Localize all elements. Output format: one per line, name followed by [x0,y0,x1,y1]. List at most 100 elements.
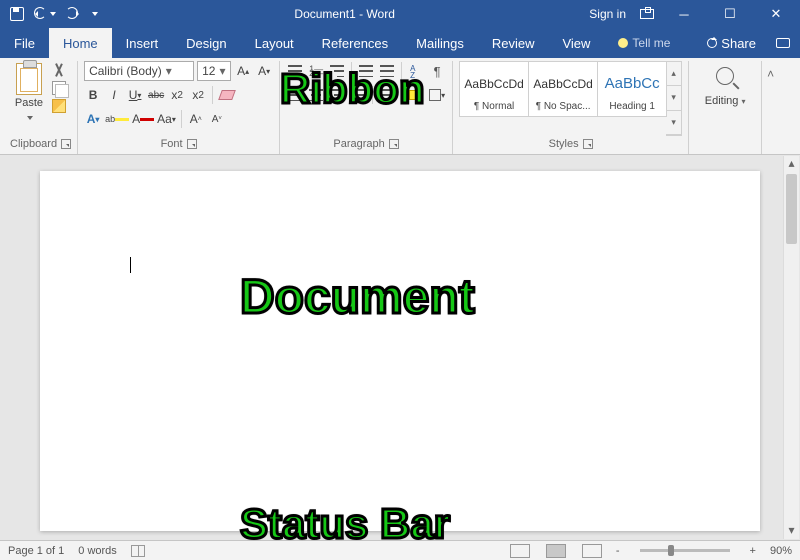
customize-qat-icon[interactable] [92,12,98,16]
undo-button[interactable] [34,7,56,21]
underline-button[interactable]: U▾ [126,85,144,105]
shrink-font2-icon[interactable]: A˅ [208,109,226,129]
borders-icon[interactable]: ▾ [428,85,446,105]
style-heading-1[interactable]: AaBbCc Heading 1 [597,61,667,117]
show-marks-icon[interactable]: ¶ [428,61,446,81]
save-icon[interactable] [10,7,24,21]
collapse-ribbon-icon[interactable]: ˄ [761,61,779,154]
justify-icon[interactable] [349,85,367,105]
text-effects-icon[interactable]: A▾ [84,109,102,129]
cut-icon[interactable] [52,63,66,77]
maximize-button[interactable]: ☐ [714,0,746,28]
window-title: Document1 - Word [108,7,581,21]
tab-mailings[interactable]: Mailings [402,28,478,58]
paste-icon [16,63,42,95]
style-preview: AaBbCcDd [531,66,595,101]
tab-references[interactable]: References [308,28,402,58]
ribbon-display-icon[interactable] [640,9,654,19]
tab-review[interactable]: Review [478,28,549,58]
signin-button[interactable]: Sign in [589,7,626,21]
vertical-scrollbar[interactable]: ▴ ▾ [783,156,799,539]
comments-button[interactable] [766,28,800,58]
superscript-button[interactable]: x2 [189,85,207,105]
zoom-level[interactable]: 90% [770,545,792,557]
shading-icon[interactable] [407,85,425,105]
clear-formatting-icon[interactable] [218,85,236,105]
chevron-down-icon [50,12,56,16]
read-mode-icon[interactable] [510,544,530,558]
font-name-value: Calibri (Body) [89,64,162,78]
title-bar-right: Sign in ─ ☐ ✕ [581,0,800,28]
tab-file[interactable]: File [0,28,49,58]
style-name: ¶ Normal [462,101,526,112]
page-indicator[interactable]: Page 1 of 1 [8,545,64,557]
group-label-font: Font [161,138,183,150]
group-label-paragraph: Paragraph [333,138,384,150]
ribbon: Paste Clipboard Calibri (Body)▾ 12▾ A▴ A… [0,58,800,155]
group-font: Calibri (Body)▾ 12▾ A▴ A▾ B I U▾ abc x2 … [78,61,280,154]
zoom-slider-thumb[interactable] [668,545,674,556]
group-editing: Editing ▾ [689,61,761,154]
document-page[interactable] [40,171,760,531]
grow-font2-icon[interactable]: A˄ [187,109,205,129]
align-center-icon[interactable] [307,85,325,105]
zoom-slider[interactable] [640,549,730,552]
highlight-icon[interactable]: ab [105,109,129,129]
redo-icon[interactable] [66,7,80,21]
paste-button[interactable]: Paste [10,61,48,136]
font-name-combo[interactable]: Calibri (Body)▾ [84,61,194,81]
strike-button[interactable]: abc [147,85,165,105]
align-left-icon[interactable] [286,85,304,105]
bullets-icon[interactable] [286,61,304,81]
numbering-icon[interactable]: 1—2— [307,61,325,81]
dialog-launcher-icon[interactable] [61,139,71,149]
tell-me-search[interactable]: Tell me [604,28,684,58]
dialog-launcher-icon[interactable] [187,139,197,149]
line-spacing-icon[interactable]: ▾ [378,85,396,105]
find-icon[interactable] [716,67,734,85]
tab-home[interactable]: Home [49,28,112,58]
group-label-styles: Styles [549,138,579,150]
subscript-button[interactable]: x2 [168,85,186,105]
tab-insert[interactable]: Insert [112,28,173,58]
zoom-in-button[interactable]: + [750,545,756,557]
style-name: ¶ No Spac... [531,101,595,112]
format-painter-icon[interactable] [52,99,66,113]
gallery-scroll[interactable]: ▴▾▾ [666,61,682,136]
copy-icon[interactable] [52,81,66,95]
editing-label[interactable]: Editing [705,95,739,107]
sort-icon[interactable] [407,61,425,81]
font-color-icon[interactable]: A [132,109,154,129]
zoom-out-button[interactable]: - [616,545,620,557]
grow-font-icon[interactable]: A▴ [234,61,252,81]
dialog-launcher-icon[interactable] [583,139,593,149]
text-cursor [130,257,131,273]
scrollbar-thumb[interactable] [786,174,797,244]
print-layout-icon[interactable] [546,544,566,558]
status-bar: Page 1 of 1 0 words - + 90% [0,540,800,560]
dialog-launcher-icon[interactable] [389,139,399,149]
style-normal[interactable]: AaBbCcDd ¶ Normal [459,61,529,117]
tab-layout[interactable]: Layout [241,28,308,58]
group-paragraph: 1—2— ¶ ▾ ▾ Paragraph [280,61,453,154]
font-size-combo[interactable]: 12▾ [197,61,231,81]
tell-me-label: Tell me [632,36,670,50]
style-no-spacing[interactable]: AaBbCcDd ¶ No Spac... [528,61,598,117]
minimize-button[interactable]: ─ [668,0,700,28]
style-preview: AaBbCc [600,66,664,101]
multilevel-icon[interactable] [328,61,346,81]
change-case-icon[interactable]: Aa▾ [157,109,176,129]
shrink-font-icon[interactable]: A▾ [255,61,273,81]
increase-indent-icon[interactable] [378,61,396,81]
spelling-icon[interactable] [131,545,145,557]
bold-button[interactable]: B [84,85,102,105]
align-right-icon[interactable] [328,85,346,105]
word-count[interactable]: 0 words [78,545,117,557]
tab-design[interactable]: Design [172,28,240,58]
web-layout-icon[interactable] [582,544,602,558]
tab-view[interactable]: View [548,28,604,58]
decrease-indent-icon[interactable] [357,61,375,81]
share-button[interactable]: Share [697,28,766,58]
italic-button[interactable]: I [105,85,123,105]
close-button[interactable]: ✕ [760,0,792,28]
